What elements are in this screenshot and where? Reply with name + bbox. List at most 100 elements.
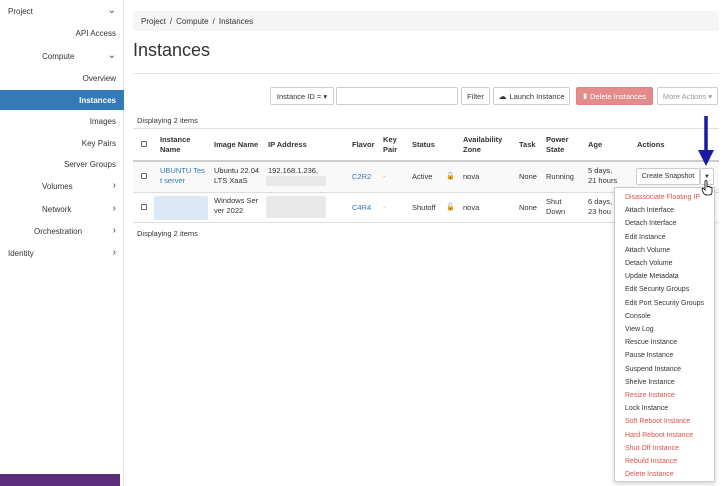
column-header-power-state[interactable]: Power State xyxy=(546,135,569,155)
filter-input[interactable] xyxy=(336,87,458,105)
dropdown-menu-item[interactable]: Edit Instance xyxy=(625,233,665,242)
dropdown-menu-item[interactable]: View Log xyxy=(625,325,654,334)
sidebar-item-label: Network xyxy=(42,204,72,214)
dropdown-menu-item[interactable]: Attach Interface xyxy=(625,206,674,215)
delete-instances-button[interactable]: ▮ Delete Instances xyxy=(576,87,653,105)
dropdown-menu-item[interactable]: Console xyxy=(625,312,651,321)
column-header-key-pair[interactable]: Key Pair xyxy=(383,135,397,155)
age-cell: 6 days, 23 hou xyxy=(588,197,612,217)
power-state-cell: Shut Down xyxy=(546,197,565,217)
row-checkbox[interactable] xyxy=(141,204,147,210)
more-actions-button[interactable]: More Actions ▾ xyxy=(657,87,718,105)
breadcrumb-separator: / xyxy=(212,16,215,26)
breadcrumb-instances: Instances xyxy=(218,16,254,26)
cell-line: 5 days, xyxy=(588,166,613,175)
dropdown-menu-item[interactable]: Edit Security Groups xyxy=(625,285,689,294)
caret-down-icon: ▼ xyxy=(704,173,710,180)
sidebar-item-orchestration[interactable]: Orchestration › xyxy=(0,221,124,241)
sidebar-item-volumes[interactable]: Volumes › xyxy=(0,176,124,196)
lock-icon: 🔓 xyxy=(446,173,455,180)
sidebar-item-project[interactable]: Project ⌄ xyxy=(0,1,124,21)
column-header-task[interactable]: Task xyxy=(519,140,536,150)
cell-line: 6 days, xyxy=(588,197,613,206)
breadcrumb-separator: / xyxy=(169,16,173,26)
header-line: Pair xyxy=(383,145,398,154)
filter-button[interactable]: Filter xyxy=(461,87,490,105)
dropdown-menu-item[interactable]: Detach Interface xyxy=(625,219,676,228)
zone-cell: nova xyxy=(463,203,480,212)
chevron-down-icon: ⌄ xyxy=(107,5,116,16)
ip-address-cell: 192.168.1.236, xyxy=(268,166,319,175)
breadcrumb: Project / Compute / Instances xyxy=(133,11,719,31)
sidebar-item-server-groups[interactable]: Server Groups xyxy=(0,154,124,174)
display-count: Displaying 2 items xyxy=(137,116,198,125)
cell-line: t server xyxy=(160,176,186,185)
dropdown-menu-item[interactable]: Delete Instance xyxy=(625,470,674,479)
sidebar-item-api-access[interactable]: API Access xyxy=(0,23,124,43)
cell-line: LTS XaaS xyxy=(214,176,248,185)
sidebar-item-instances[interactable]: Instances xyxy=(0,90,124,110)
dropdown-menu-item[interactable]: Rebuild Instance xyxy=(625,457,677,466)
column-header-age[interactable]: Age xyxy=(588,140,602,150)
dropdown-menu-item[interactable]: Update Metadata xyxy=(625,272,679,281)
dropdown-menu-item[interactable]: Detach Volume xyxy=(625,259,672,268)
column-header-availability-zone[interactable]: Availability Zone xyxy=(463,135,502,155)
select-all-checkbox[interactable] xyxy=(141,141,147,147)
cell-line: Ubuntu 22.04 xyxy=(214,166,260,175)
cell-line: Windows Ser xyxy=(214,196,259,205)
sidebar-item-label: Identity xyxy=(8,248,34,258)
dropdown-menu-item[interactable]: Disassociate Floating IP xyxy=(625,193,700,202)
sidebar-item-overview[interactable]: Overview xyxy=(0,68,124,88)
sidebar-item-label: Server Groups xyxy=(63,159,116,169)
dropdown-menu-item[interactable]: Shelve Instance xyxy=(625,378,675,387)
dropdown-menu-item[interactable]: Hard Reboot Instance xyxy=(625,431,693,440)
dropdown-menu-item[interactable]: Resize Instance xyxy=(625,391,675,400)
sidebar-item-images[interactable]: Images xyxy=(0,111,124,131)
cell-line: ver 2022 xyxy=(214,206,244,215)
cell-line: Down xyxy=(546,207,566,216)
header-line: Key xyxy=(383,135,397,144)
dropdown-menu-item[interactable]: Soft Reboot Instance xyxy=(625,417,690,426)
cell-line: Shut xyxy=(546,197,562,206)
header-line: Instance xyxy=(160,135,191,144)
create-snapshot-button[interactable]: Create Snapshot xyxy=(636,168,700,185)
column-header-flavor[interactable]: Flavor xyxy=(352,140,375,150)
key-pair-cell: - xyxy=(383,172,386,181)
dropdown-menu-item[interactable]: Rescue Instance xyxy=(625,338,677,347)
column-header-instance-name[interactable]: Instance Name xyxy=(160,135,190,155)
dropdown-menu-item[interactable]: Attach Volume xyxy=(625,246,670,255)
breadcrumb-compute[interactable]: Compute xyxy=(176,17,208,26)
redacted-block xyxy=(266,176,326,186)
cell-line: 21 hours xyxy=(588,176,618,185)
filter-field-select[interactable]: Instance ID = ▾ xyxy=(270,87,334,105)
breadcrumb-project[interactable]: Project xyxy=(141,17,166,26)
dropdown-menu-item[interactable]: Pause Instance xyxy=(625,351,673,360)
chevron-right-icon: › xyxy=(112,225,116,236)
task-cell: None xyxy=(519,203,537,212)
divider xyxy=(133,128,719,129)
image-name-cell: Ubuntu 22.04 LTS XaaS xyxy=(214,166,259,186)
column-header-image-name[interactable]: Image Name xyxy=(214,140,258,150)
sidebar-item-key-pairs[interactable]: Key Pairs xyxy=(0,133,124,153)
sidebar-item-network[interactable]: Network › xyxy=(0,199,124,219)
display-count: Displaying 2 items xyxy=(137,229,198,238)
instance-name-link[interactable]: UBUNTU Tes t server xyxy=(160,166,205,186)
row-checkbox[interactable] xyxy=(141,173,147,179)
chevron-right-icon: › xyxy=(112,203,116,214)
column-header-ip-address[interactable]: IP Address xyxy=(268,140,307,150)
sidebar-item-label: Orchestration xyxy=(34,226,83,236)
dropdown-menu-item[interactable]: Shut Off Instance xyxy=(625,444,679,453)
dropdown-menu-item[interactable]: Suspend Instance xyxy=(625,365,681,374)
column-header-status[interactable]: Status xyxy=(412,140,435,150)
sidebar-item-compute[interactable]: Compute ⌄ xyxy=(0,46,124,66)
sidebar-item-identity[interactable]: Identity › xyxy=(0,243,124,263)
chevron-right-icon: › xyxy=(112,247,116,258)
launch-instance-button[interactable]: ☁ Launch Instance xyxy=(493,87,570,105)
flavor-link[interactable]: C4R4 xyxy=(352,203,371,213)
dropdown-menu-item[interactable]: Lock Instance xyxy=(625,404,668,413)
sidebar-item-label: API Access xyxy=(75,28,116,38)
flavor-link[interactable]: C2R2 xyxy=(352,172,371,182)
sidebar-item-label: Key Pairs xyxy=(81,138,116,148)
header-line: Availability xyxy=(463,135,503,144)
dropdown-menu-item[interactable]: Edit Port Security Groups xyxy=(625,299,704,308)
